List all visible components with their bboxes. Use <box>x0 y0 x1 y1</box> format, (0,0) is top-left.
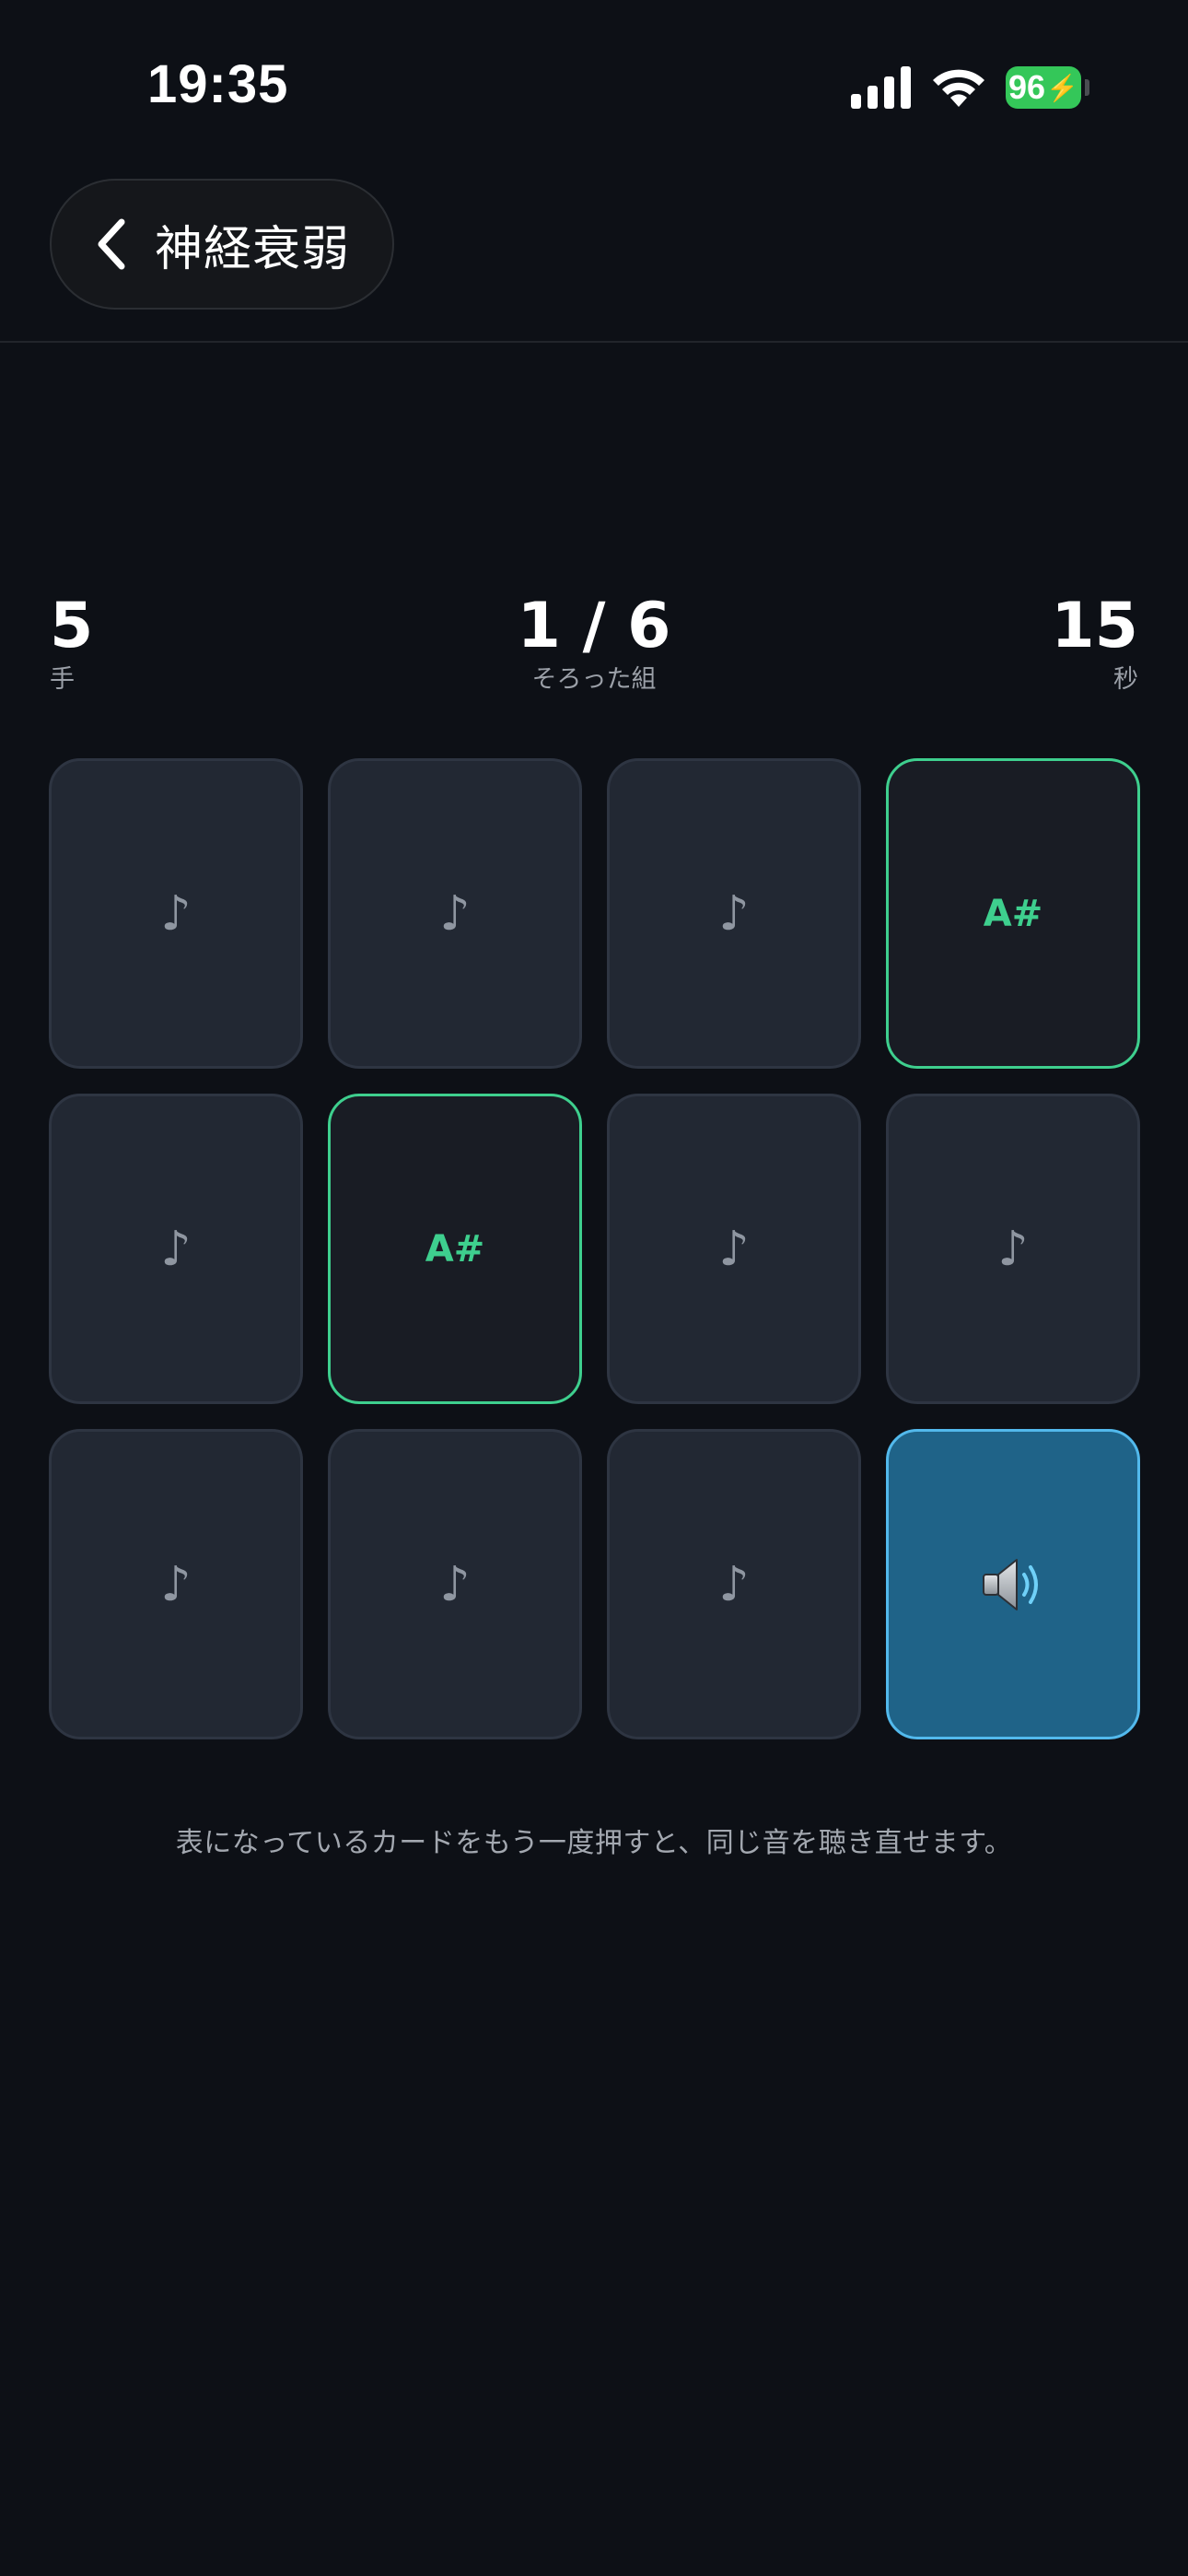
status-bar: 19:35 96 ⚡ <box>0 0 1188 175</box>
pairs-label: そろった組 <box>531 665 657 694</box>
card-7[interactable]: ♪ <box>607 1094 861 1404</box>
card-11[interactable]: ♪ <box>607 1429 861 1739</box>
chevron-left-icon <box>98 218 125 270</box>
music-note-icon: ♪ <box>160 1221 192 1277</box>
card-9[interactable]: ♪ <box>49 1429 303 1739</box>
time-counter: 15 秒 <box>1051 590 1138 697</box>
time-value: 15 <box>1051 590 1138 662</box>
page-title: 神経衰弱 <box>155 221 351 277</box>
moves-counter: 5 手 <box>50 590 93 697</box>
bolt-icon: ⚡ <box>1046 73 1078 102</box>
battery-charging-icon: 96 ⚡ <box>1006 66 1089 109</box>
music-note-icon: ♪ <box>439 1556 471 1612</box>
music-note-icon: ♪ <box>160 885 192 942</box>
moves-value: 5 <box>50 590 94 662</box>
music-note-icon: ♪ <box>160 1556 192 1612</box>
card-grid: ♪ ♪ ♪ A# ♪ A# ♪ ♪ ♪ ♪ ♪ <box>49 758 1140 1739</box>
cellular-signal-icon <box>851 66 911 109</box>
battery-body: 96 ⚡ <box>1006 66 1081 109</box>
card-note-name: A# <box>425 1227 485 1270</box>
music-note-icon: ♪ <box>718 1221 750 1277</box>
music-note-icon: ♪ <box>718 885 750 942</box>
wifi-icon <box>933 69 984 107</box>
card-1[interactable]: ♪ <box>49 758 303 1069</box>
pairs-counter: 1 / 6 そろった組 <box>410 590 778 697</box>
card-2[interactable]: ♪ <box>328 758 582 1069</box>
hint-text: 表になっているカードをもう一度押すと、同じ音を聴き直せます。 <box>175 1827 1013 1859</box>
music-note-icon: ♪ <box>439 885 471 942</box>
card-12[interactable] <box>886 1429 1140 1739</box>
battery-level: 96 <box>1008 68 1046 106</box>
card-5[interactable]: ♪ <box>49 1094 303 1404</box>
music-note-icon: ♪ <box>718 1556 750 1612</box>
card-note-name: A# <box>983 892 1043 935</box>
status-time: 19:35 <box>147 54 289 114</box>
card-8[interactable]: ♪ <box>886 1094 1140 1404</box>
pairs-value: 1 / 6 <box>517 590 671 662</box>
card-4[interactable]: A# <box>886 758 1140 1069</box>
battery-cap <box>1085 79 1089 96</box>
back-button[interactable]: 神経衰弱 <box>50 179 394 310</box>
card-6[interactable]: A# <box>328 1094 582 1404</box>
music-note-icon: ♪ <box>997 1221 1029 1277</box>
game-screen: 19:35 96 ⚡ 神経衰弱 5 手 1 / 6 そろった組 15 秒 ♪ ♪… <box>0 0 1188 2576</box>
header-divider <box>0 341 1188 343</box>
speaker-icon <box>983 1558 1038 1610</box>
card-3[interactable]: ♪ <box>607 758 861 1069</box>
time-label: 秒 <box>1113 665 1138 694</box>
card-10[interactable]: ♪ <box>328 1429 582 1739</box>
moves-label: 手 <box>50 665 75 694</box>
